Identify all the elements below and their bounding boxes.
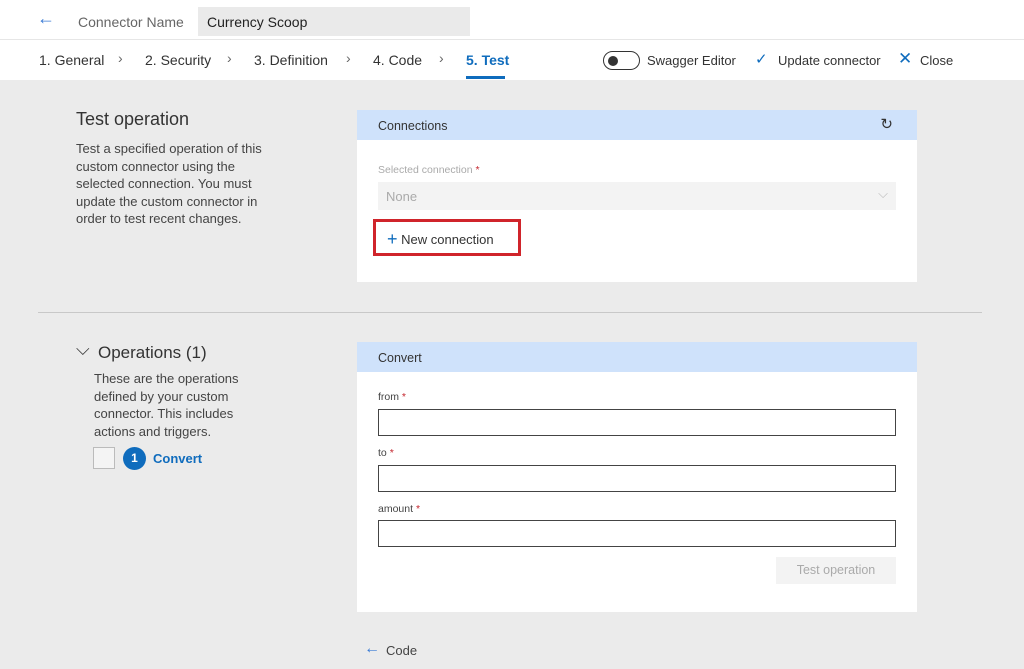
back-arrow-icon[interactable]: ←	[364, 640, 380, 658]
chevron-right-icon: ›	[439, 50, 444, 66]
test-operation-description: Test a specified operation of this custo…	[76, 140, 281, 228]
swagger-editor-label: Swagger Editor	[647, 53, 736, 68]
test-operation-button[interactable]: Test operation	[776, 557, 896, 584]
from-input[interactable]	[378, 409, 896, 436]
tab-general[interactable]: 1. General	[39, 52, 104, 68]
operations-title[interactable]: Operations (1)	[98, 343, 207, 363]
amount-input[interactable]	[378, 520, 896, 547]
plus-icon: +	[387, 229, 398, 249]
convert-card: Convert from * to * amount * Test operat…	[357, 342, 917, 612]
active-tab-indicator	[466, 76, 505, 79]
tab-test[interactable]: 5. Test	[466, 52, 509, 68]
back-to-code-link[interactable]: Code	[386, 643, 417, 658]
refresh-icon[interactable]: ↻	[880, 115, 893, 133]
operation-convert-link[interactable]: Convert	[153, 451, 202, 466]
close-icon[interactable]: ✕	[898, 49, 912, 69]
convert-header: Convert	[357, 342, 917, 372]
tab-code[interactable]: 4. Code	[373, 52, 422, 68]
selected-connection-label: Selected connection *	[378, 164, 480, 176]
operations-description: These are the operations defined by your…	[94, 370, 254, 440]
operation-number-badge: 1	[123, 447, 146, 470]
close-button[interactable]: Close	[920, 53, 953, 68]
test-operation-title: Test operation	[76, 109, 189, 130]
from-label: from *	[378, 391, 406, 403]
to-input[interactable]	[378, 465, 896, 492]
connections-card: Connections ↻ Selected connection * None…	[357, 110, 917, 282]
step-nav: 1. General › 2. Security › 3. Definition…	[0, 40, 1024, 80]
back-arrow-icon[interactable]: ←	[37, 8, 55, 29]
new-connection-button[interactable]: + New connection	[373, 219, 521, 256]
connector-name-label: Connector Name	[78, 14, 184, 30]
operation-checkbox[interactable]	[93, 447, 115, 469]
swagger-toggle[interactable]	[603, 51, 640, 70]
connector-name-input[interactable]: Currency Scoop	[198, 7, 470, 36]
chevron-right-icon: ›	[346, 50, 351, 66]
divider	[38, 312, 982, 313]
chevron-right-icon: ›	[118, 50, 123, 66]
chevron-down-icon[interactable]: ⌵	[76, 339, 90, 360]
check-icon: ✓	[755, 50, 768, 68]
tab-security[interactable]: 2. Security	[145, 52, 211, 68]
connections-header: Connections ↻	[357, 110, 917, 140]
connections-title: Connections	[378, 119, 448, 133]
new-connection-label: New connection	[401, 232, 494, 247]
amount-label: amount *	[378, 503, 420, 515]
chevron-right-icon: ›	[227, 50, 232, 66]
selected-connection-value: None	[386, 189, 417, 204]
selected-connection-dropdown[interactable]: None ⌵	[378, 182, 896, 210]
chevron-down-icon: ⌵	[878, 186, 888, 202]
tab-definition[interactable]: 3. Definition	[254, 52, 328, 68]
to-label: to *	[378, 447, 394, 459]
top-bar: ← Connector Name Currency Scoop	[0, 0, 1024, 40]
update-connector-button[interactable]: Update connector	[778, 53, 881, 68]
